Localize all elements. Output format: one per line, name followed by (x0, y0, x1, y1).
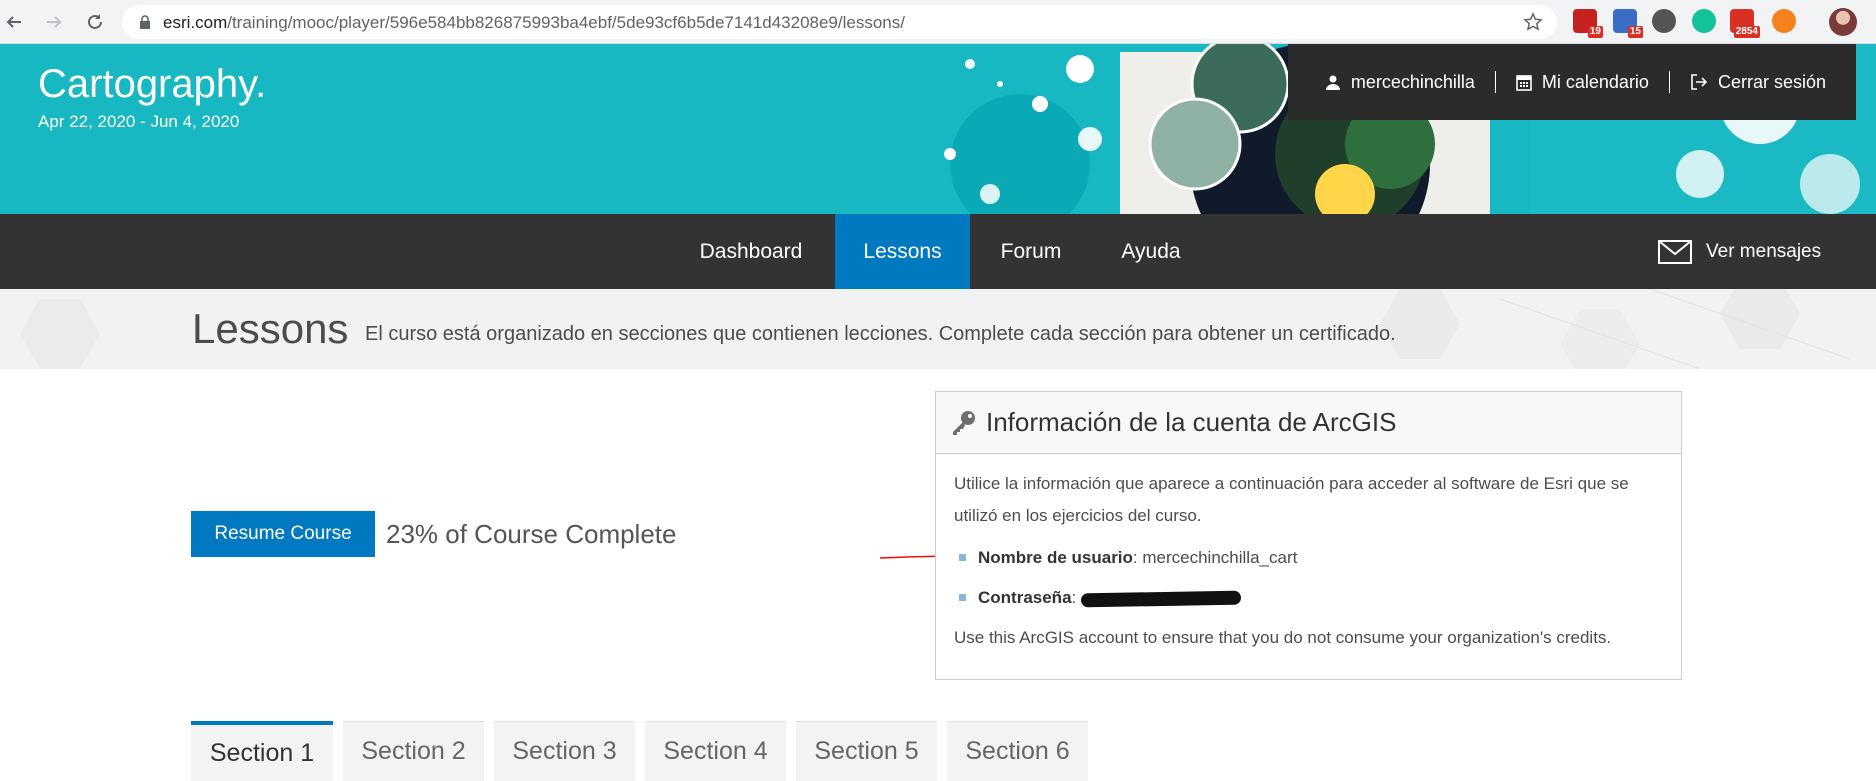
password-item: Contraseña: (959, 578, 1663, 618)
calendar-extension-icon[interactable]: 15 (1613, 9, 1643, 38)
grammarly-extension-icon[interactable] (1692, 9, 1716, 33)
username-field-label: Nombre de usuario (978, 548, 1133, 567)
resume-course-button[interactable]: Resume Course (191, 511, 375, 557)
nav-forum[interactable]: Forum (970, 214, 1092, 289)
section-tab-label: Section 1 (209, 738, 315, 767)
section-tab-label: Section 2 (361, 737, 466, 765)
extension-badge: 19 (1587, 26, 1603, 38)
profile-avatar[interactable] (1829, 8, 1857, 36)
panel-title: Información de la cuenta de ArcGIS (986, 407, 1397, 437)
nav-dashboard-label: Dashboard (699, 239, 803, 263)
address-bar[interactable]: esri.com/training/mooc/player/596e584bb8… (122, 5, 1557, 39)
calendar-label: Mi calendario (1541, 71, 1649, 92)
section-tab-4[interactable]: Section 4 (645, 721, 786, 781)
extension-badge: 2854 (1733, 26, 1760, 38)
password-field-label: Contraseña (978, 588, 1072, 607)
username-value: mercechinchilla_cart (1142, 548, 1298, 567)
reload-icon (88, 14, 102, 29)
nav-ayuda[interactable]: Ayuda (1092, 214, 1210, 289)
section-tab-1[interactable]: Section 1 (191, 721, 333, 781)
envelope-icon (1658, 239, 1692, 264)
user-bar: mercechinchilla Mi calendario Cerrar ses… (1288, 44, 1856, 120)
url-text: esri.com/training/mooc/player/596e584bb8… (163, 13, 905, 32)
course-banner: Cartography. Apr 22, 2020 - Jun 4, 2020 … (0, 44, 1876, 214)
reload-button[interactable] (81, 8, 109, 36)
nav-ayuda-label: Ayuda (1121, 239, 1181, 263)
logout-link[interactable]: Cerrar sesión (1690, 72, 1826, 93)
nav-lessons[interactable]: Lessons (835, 214, 970, 289)
panel-intro: Utilice la información que aparece a con… (954, 474, 1629, 525)
messages-label: Ver mensajes (1706, 240, 1822, 262)
forward-button[interactable] (40, 8, 68, 36)
section-tab-label: Section 4 (663, 737, 768, 765)
panel-note: Use this ArcGIS account to ensure that y… (954, 628, 1612, 647)
key-icon (953, 410, 975, 435)
course-title: Cartography. (38, 62, 267, 106)
section-tab-label: Section 6 (965, 737, 1070, 765)
browser-toolbar: esri.com/training/mooc/player/596e584bb8… (0, 0, 1876, 44)
section-tab-2[interactable]: Section 2 (343, 721, 484, 781)
nav-forum-label: Forum (1000, 239, 1062, 263)
course-progress-text: 23% of Course Complete (386, 519, 677, 549)
back-button[interactable] (0, 8, 28, 36)
course-dates: Apr 22, 2020 - Jun 4, 2020 (38, 112, 240, 131)
panel-body: Utilice la información que aparece a con… (936, 454, 1681, 668)
username-label: mercechinchilla (1350, 71, 1475, 92)
section-tab-label: Section 3 (512, 737, 617, 765)
arrow-right-icon (47, 16, 62, 28)
arrow-left-icon (6, 16, 21, 28)
nav-lessons-label: Lessons (863, 239, 942, 263)
lock-icon (140, 15, 150, 29)
messages-link[interactable]: Ver mensajes (1658, 214, 1821, 289)
calendar-icon (1516, 75, 1532, 91)
honey-extension-icon[interactable] (1772, 9, 1796, 33)
panel-header: Información de la cuenta de ArcGIS (936, 392, 1681, 454)
section-tab-label: Section 5 (814, 737, 919, 765)
calendar-link[interactable]: Mi calendario (1516, 72, 1649, 93)
section-tab-3[interactable]: Section 3 (494, 721, 635, 781)
redacted-password (1080, 590, 1242, 607)
divider (1668, 71, 1670, 93)
page-header: Lessons El curso está organizado en secc… (0, 289, 1876, 369)
bookmark-star-icon[interactable] (1523, 12, 1543, 32)
section-tab-5[interactable]: Section 5 (796, 721, 937, 781)
gmail-extension-icon[interactable]: 19 (1573, 9, 1603, 38)
user-profile-link[interactable]: mercechinchilla (1325, 72, 1475, 93)
page-description: El curso está organizado en secciones qu… (365, 323, 1396, 345)
arcgis-account-panel: Información de la cuenta de ArcGIS Utili… (935, 391, 1682, 680)
record-extension-icon[interactable] (1652, 9, 1676, 33)
sign-out-icon (1691, 74, 1708, 90)
mail-extension-icon[interactable]: 2854 (1730, 9, 1760, 38)
username-item: Nombre de usuario: mercechinchilla_cart (959, 538, 1663, 578)
page-title: Lessons (192, 305, 349, 352)
main-navigation: Dashboard Lessons Forum Ayuda Ver mensaj… (0, 214, 1876, 289)
user-icon (1325, 75, 1340, 90)
credentials-list: Nombre de usuario: mercechinchilla_cart … (959, 538, 1663, 618)
divider (1494, 71, 1496, 93)
logout-label: Cerrar sesión (1717, 71, 1826, 92)
section-tab-6[interactable]: Section 6 (947, 721, 1088, 781)
extension-badge: 15 (1627, 26, 1643, 38)
nav-dashboard[interactable]: Dashboard (684, 214, 818, 289)
